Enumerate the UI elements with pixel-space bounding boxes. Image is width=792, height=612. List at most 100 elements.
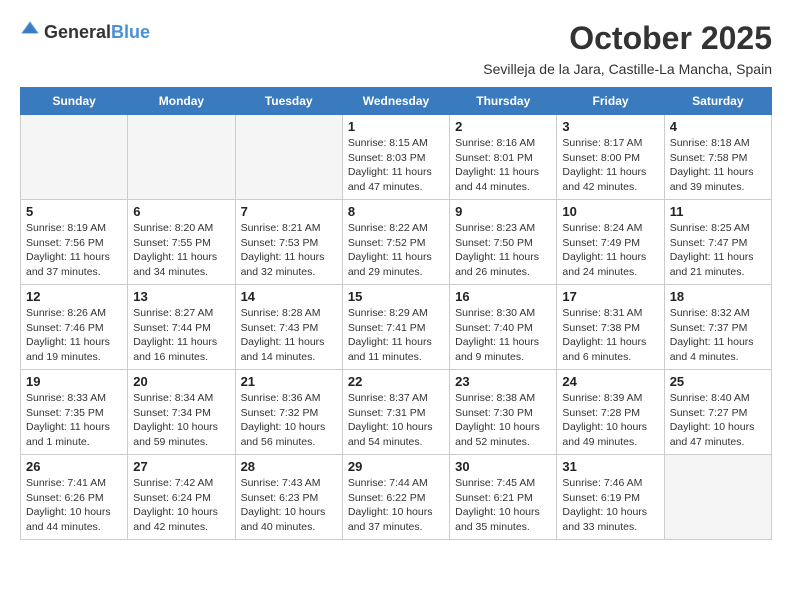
day-number: 29 xyxy=(348,459,444,474)
logo-blue-text: Blue xyxy=(111,22,150,42)
day-number: 11 xyxy=(670,204,766,219)
day-header-thursday: Thursday xyxy=(450,88,557,115)
calendar-cell xyxy=(128,115,235,200)
logo: GeneralBlue xyxy=(20,20,150,45)
day-info: Sunrise: 8:19 AMSunset: 7:56 PMDaylight:… xyxy=(26,221,122,280)
day-number: 30 xyxy=(455,459,551,474)
logo-general-text: General xyxy=(44,22,111,42)
day-number: 13 xyxy=(133,289,229,304)
calendar-cell: 10 Sunrise: 8:24 AMSunset: 7:49 PMDayligh… xyxy=(557,200,664,285)
calendar-cell: 31 Sunrise: 7:46 AMSunset: 6:19 PMDayligh… xyxy=(557,455,664,540)
day-info: Sunrise: 8:36 AMSunset: 7:32 PMDaylight:… xyxy=(241,391,337,450)
day-number: 9 xyxy=(455,204,551,219)
day-info: Sunrise: 7:44 AMSunset: 6:22 PMDaylight:… xyxy=(348,476,444,535)
day-info: Sunrise: 8:22 AMSunset: 7:52 PMDaylight:… xyxy=(348,221,444,280)
calendar-cell: 15 Sunrise: 8:29 AMSunset: 7:41 PMDayligh… xyxy=(342,285,449,370)
calendar-cell: 11Sunrise: 8:25 AMSunset: 7:47 PMDayligh… xyxy=(664,200,771,285)
day-number: 10 xyxy=(562,204,658,219)
calendar-cell: 8 Sunrise: 8:22 AMSunset: 7:52 PMDaylight… xyxy=(342,200,449,285)
day-info: Sunrise: 8:29 AMSunset: 7:41 PMDaylight:… xyxy=(348,306,444,365)
calendar-week-1: 1Sunrise: 8:15 AMSunset: 8:03 PMDaylight… xyxy=(21,115,772,200)
day-number: 14 xyxy=(241,289,337,304)
day-info: Sunrise: 8:17 AMSunset: 8:00 PMDaylight:… xyxy=(562,136,658,195)
calendar-cell: 12 Sunrise: 8:26 AMSunset: 7:46 PMDayligh… xyxy=(21,285,128,370)
page-header: GeneralBlue October 2025 xyxy=(20,20,772,57)
day-header-friday: Friday xyxy=(557,88,664,115)
day-info: Sunrise: 8:33 AMSunset: 7:35 PMDaylight:… xyxy=(26,391,122,450)
calendar-week-3: 12 Sunrise: 8:26 AMSunset: 7:46 PMDayligh… xyxy=(21,285,772,370)
day-number: 24 xyxy=(562,374,658,389)
day-number: 2 xyxy=(455,119,551,134)
day-info: Sunrise: 8:27 AMSunset: 7:44 PMDaylight:… xyxy=(133,306,229,365)
day-info: Sunrise: 7:46 AMSunset: 6:19 PMDaylight:… xyxy=(562,476,658,535)
day-number: 15 xyxy=(348,289,444,304)
day-info: Sunrise: 8:28 AMSunset: 7:43 PMDaylight:… xyxy=(241,306,337,365)
calendar-cell: 7Sunrise: 8:21 AMSunset: 7:53 PMDaylight… xyxy=(235,200,342,285)
day-number: 27 xyxy=(133,459,229,474)
calendar-cell: 19 Sunrise: 8:33 AMSunset: 7:35 PMDayligh… xyxy=(21,370,128,455)
day-number: 25 xyxy=(670,374,766,389)
day-number: 17 xyxy=(562,289,658,304)
calendar-cell: 20 Sunrise: 8:34 AMSunset: 7:34 PMDayligh… xyxy=(128,370,235,455)
calendar-body: 1Sunrise: 8:15 AMSunset: 8:03 PMDaylight… xyxy=(21,115,772,540)
day-number: 21 xyxy=(241,374,337,389)
day-info: Sunrise: 7:43 AMSunset: 6:23 PMDaylight:… xyxy=(241,476,337,535)
calendar-cell: 2 Sunrise: 8:16 AMSunset: 8:01 PMDaylight… xyxy=(450,115,557,200)
day-info: Sunrise: 8:23 AMSunset: 7:50 PMDaylight:… xyxy=(455,221,551,280)
calendar-cell: 30 Sunrise: 7:45 AMSunset: 6:21 PMDayligh… xyxy=(450,455,557,540)
day-number: 19 xyxy=(26,374,122,389)
calendar-cell: 24 Sunrise: 8:39 AMSunset: 7:28 PMDayligh… xyxy=(557,370,664,455)
day-number: 3 xyxy=(562,119,658,134)
day-number: 26 xyxy=(26,459,122,474)
day-number: 6 xyxy=(133,204,229,219)
day-info: Sunrise: 8:30 AMSunset: 7:40 PMDaylight:… xyxy=(455,306,551,365)
calendar-cell: 9 Sunrise: 8:23 AMSunset: 7:50 PMDaylight… xyxy=(450,200,557,285)
calendar-header-row: SundayMondayTuesdayWednesdayThursdayFrid… xyxy=(21,88,772,115)
day-number: 1 xyxy=(348,119,444,134)
month-title: October 2025 xyxy=(569,20,772,57)
calendar-cell: 21 Sunrise: 8:36 AMSunset: 7:32 PMDayligh… xyxy=(235,370,342,455)
day-number: 12 xyxy=(26,289,122,304)
day-info: Sunrise: 8:26 AMSunset: 7:46 PMDaylight:… xyxy=(26,306,122,365)
calendar-cell: 28 Sunrise: 7:43 AMSunset: 6:23 PMDayligh… xyxy=(235,455,342,540)
calendar-cell: 26 Sunrise: 7:41 AMSunset: 6:26 PMDayligh… xyxy=(21,455,128,540)
calendar-cell: 18Sunrise: 8:32 AMSunset: 7:37 PMDayligh… xyxy=(664,285,771,370)
day-info: Sunrise: 8:39 AMSunset: 7:28 PMDaylight:… xyxy=(562,391,658,450)
day-info: Sunrise: 8:24 AMSunset: 7:49 PMDaylight:… xyxy=(562,221,658,280)
logo-icon xyxy=(20,20,40,40)
calendar-cell xyxy=(664,455,771,540)
day-number: 31 xyxy=(562,459,658,474)
day-info: Sunrise: 7:41 AMSunset: 6:26 PMDaylight:… xyxy=(26,476,122,535)
calendar-cell: 23 Sunrise: 8:38 AMSunset: 7:30 PMDayligh… xyxy=(450,370,557,455)
day-info: Sunrise: 8:37 AMSunset: 7:31 PMDaylight:… xyxy=(348,391,444,450)
calendar-cell: 17Sunrise: 8:31 AMSunset: 7:38 PMDayligh… xyxy=(557,285,664,370)
day-number: 7 xyxy=(241,204,337,219)
day-header-saturday: Saturday xyxy=(664,88,771,115)
calendar-cell: 29 Sunrise: 7:44 AMSunset: 6:22 PMDayligh… xyxy=(342,455,449,540)
day-number: 20 xyxy=(133,374,229,389)
calendar-week-4: 19 Sunrise: 8:33 AMSunset: 7:35 PMDayligh… xyxy=(21,370,772,455)
calendar-cell: 5 Sunrise: 8:19 AMSunset: 7:56 PMDaylight… xyxy=(21,200,128,285)
day-info: Sunrise: 7:45 AMSunset: 6:21 PMDaylight:… xyxy=(455,476,551,535)
location-subtitle: Sevilleja de la Jara, Castille-La Mancha… xyxy=(20,61,772,77)
calendar-week-2: 5 Sunrise: 8:19 AMSunset: 7:56 PMDaylight… xyxy=(21,200,772,285)
calendar-cell xyxy=(21,115,128,200)
calendar-week-5: 26 Sunrise: 7:41 AMSunset: 6:26 PMDayligh… xyxy=(21,455,772,540)
day-number: 8 xyxy=(348,204,444,219)
day-info: Sunrise: 7:42 AMSunset: 6:24 PMDaylight:… xyxy=(133,476,229,535)
day-header-sunday: Sunday xyxy=(21,88,128,115)
day-info: Sunrise: 8:16 AMSunset: 8:01 PMDaylight:… xyxy=(455,136,551,195)
calendar-cell: 14 Sunrise: 8:28 AMSunset: 7:43 PMDayligh… xyxy=(235,285,342,370)
day-info: Sunrise: 8:38 AMSunset: 7:30 PMDaylight:… xyxy=(455,391,551,450)
day-header-tuesday: Tuesday xyxy=(235,88,342,115)
day-number: 5 xyxy=(26,204,122,219)
day-number: 23 xyxy=(455,374,551,389)
day-header-wednesday: Wednesday xyxy=(342,88,449,115)
day-info: Sunrise: 8:20 AMSunset: 7:55 PMDaylight:… xyxy=(133,221,229,280)
day-info: Sunrise: 8:34 AMSunset: 7:34 PMDaylight:… xyxy=(133,391,229,450)
calendar-cell xyxy=(235,115,342,200)
day-info: Sunrise: 8:18 AMSunset: 7:58 PMDaylight:… xyxy=(670,136,766,195)
calendar-cell: 1Sunrise: 8:15 AMSunset: 8:03 PMDaylight… xyxy=(342,115,449,200)
calendar-cell: 27 Sunrise: 7:42 AMSunset: 6:24 PMDayligh… xyxy=(128,455,235,540)
day-number: 28 xyxy=(241,459,337,474)
